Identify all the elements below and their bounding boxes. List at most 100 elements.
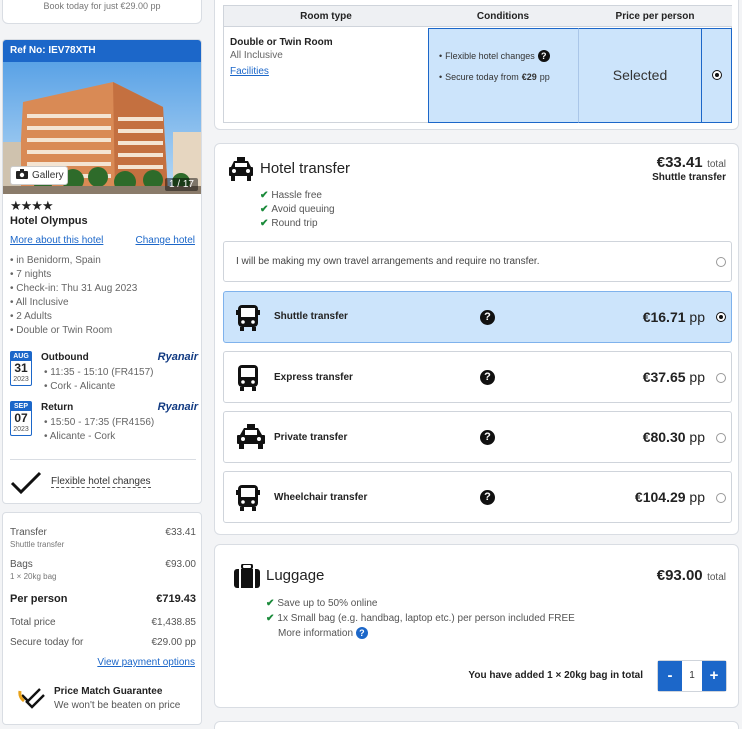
condition-secure-prefix: Secure today from xyxy=(445,72,519,82)
room-board: All Inclusive xyxy=(230,50,283,61)
gallery-button[interactable]: Gallery xyxy=(10,166,68,185)
transfer-total-label: total xyxy=(707,159,726,170)
express-transfer-name: Express transfer xyxy=(274,372,353,383)
check-icon: ✔ xyxy=(260,218,269,229)
shuttle-transfer-option[interactable]: Shuttle transfer ? €16.71 pp xyxy=(223,291,732,343)
increase-button[interactable]: + xyxy=(702,661,726,691)
suitcase-icon xyxy=(234,563,260,593)
shuttle-transfer-radio[interactable] xyxy=(716,312,726,322)
help-icon[interactable]: ? xyxy=(537,50,550,62)
secure-today-value: €29.00 pp xyxy=(151,637,197,648)
condition-secure-suffix: pp xyxy=(539,72,550,82)
price-match-subtitle: We won't be beaten on price xyxy=(54,700,181,711)
private-transfer-price: €80.30 pp xyxy=(642,429,705,445)
header-price-per-person: Price per person xyxy=(578,6,732,27)
header-conditions: Conditions xyxy=(428,6,578,27)
shuttle-transfer-name: Shuttle transfer xyxy=(274,311,348,322)
more-about-hotel-link[interactable]: More about this hotel xyxy=(10,235,103,246)
detail-nights: 7 nights xyxy=(10,268,137,282)
bus-icon xyxy=(236,484,260,517)
next-section-card xyxy=(214,721,739,729)
help-icon[interactable]: ? xyxy=(480,370,495,385)
help-icon[interactable]: ? xyxy=(480,430,495,445)
price-unit: pp xyxy=(689,369,705,385)
star-rating: ★★★★ xyxy=(10,198,54,213)
booking-note: Book today for just €29.00 pp xyxy=(2,0,202,24)
return-time: 15:50 - 17:35 (FR4156) xyxy=(44,417,154,428)
flexible-hotel-changes[interactable]: Flexible hotel changes xyxy=(10,470,196,496)
no-transfer-label: I will be making my own travel arrangeme… xyxy=(236,256,540,267)
bag-quantity-value[interactable]: 1 xyxy=(682,661,702,691)
detail-room: Double or Twin Room xyxy=(10,324,137,338)
return-airline: Ryanair xyxy=(157,401,198,413)
change-hotel-link[interactable]: Change hotel xyxy=(136,235,196,246)
transfer-total-amount: €33.41 xyxy=(656,154,703,171)
transfer-benefits: ✔ Hassle free ✔ Avoid queuing ✔ Round trip xyxy=(260,189,335,231)
room-table: Room type Conditions Price per person Do… xyxy=(223,5,732,123)
detail-guests: 2 Adults xyxy=(10,310,137,324)
room-radio-cell[interactable] xyxy=(701,28,732,123)
benefit-item: ✔ Save up to 50% online xyxy=(266,596,575,611)
total-price-label: Total price xyxy=(10,617,56,628)
benefit-label: Save up to 50% online xyxy=(277,598,378,609)
bus-icon xyxy=(236,304,260,337)
luggage-total: €93.00 total xyxy=(657,567,726,585)
summary-bags-sub: 1 × 20kg bag xyxy=(10,572,57,581)
more-information-label[interactable]: More information xyxy=(278,628,353,639)
summary-transfer-sub: Shuttle transfer xyxy=(10,540,65,549)
express-transfer-price: €37.65 pp xyxy=(642,369,705,385)
wheelchair-transfer-option[interactable]: Wheelchair transfer ? €104.29 pp xyxy=(223,471,732,523)
condition-secure-amount: €29 xyxy=(521,72,537,82)
room-radio[interactable] xyxy=(712,70,722,80)
express-transfer-radio[interactable] xyxy=(716,373,726,383)
return-day: 07 xyxy=(14,411,28,425)
wheelchair-transfer-radio[interactable] xyxy=(716,493,726,503)
shuttle-transfer-price: €16.71 pp xyxy=(642,309,705,325)
benefit-item: ✔ Avoid queuing xyxy=(260,203,335,217)
room-price-cell[interactable]: Selected xyxy=(578,28,701,123)
wheelchair-transfer-price: €104.29 pp xyxy=(634,489,705,505)
price-match-icon xyxy=(18,687,46,714)
summary-bags-label: Bags xyxy=(10,559,33,570)
summary-bags-value: €93.00 xyxy=(165,559,196,570)
flexible-hotel-changes-label[interactable]: Flexible hotel changes xyxy=(51,476,151,488)
header-room-type: Room type xyxy=(224,6,428,27)
detail-board: All Inclusive xyxy=(10,296,137,310)
summary-transfer-value: €33.41 xyxy=(165,527,196,538)
decrease-button[interactable]: - xyxy=(658,661,682,691)
per-person-value: €719.43 xyxy=(156,593,196,605)
more-information[interactable]: More information ? xyxy=(266,626,575,641)
no-transfer-option[interactable]: I will be making my own travel arrangeme… xyxy=(223,241,732,282)
bag-quantity-stepper[interactable]: - 1 + xyxy=(657,660,727,692)
no-transfer-radio[interactable] xyxy=(716,257,726,267)
checkmark-icon xyxy=(10,470,42,501)
view-payment-options-link[interactable]: View payment options xyxy=(97,657,195,668)
private-transfer-option[interactable]: Private transfer ? €80.30 pp xyxy=(223,411,732,463)
luggage-title: Luggage xyxy=(266,567,325,584)
facilities-link[interactable]: Facilities xyxy=(230,66,422,77)
benefit-label: Hassle free xyxy=(271,190,322,201)
outbound-day: 31 xyxy=(14,361,28,375)
outbound-flight: AUG 31 2023 Outbound Ryanair 11:35 - 15:… xyxy=(10,351,198,397)
outbound-year: 2023 xyxy=(13,376,29,383)
summary-total: Total price €1,438.85 xyxy=(10,617,196,628)
private-transfer-radio[interactable] xyxy=(716,433,726,443)
benefit-label: 1x Small bag (e.g. handbag, laptop etc.)… xyxy=(277,613,575,624)
outbound-airline: Ryanair xyxy=(157,351,198,363)
hotel-summary-card: Ref No: IEV78XTH Gallery 1 / 17 ★★★★ Hot… xyxy=(2,39,202,504)
price-unit: pp xyxy=(689,309,705,325)
benefit-item: ✔ 1x Small bag (e.g. handbag, laptop etc.… xyxy=(266,611,575,626)
per-person-label: Per person xyxy=(10,593,68,605)
help-icon[interactable]: ? xyxy=(480,490,495,505)
express-transfer-option[interactable]: Express transfer ? €37.65 pp xyxy=(223,351,732,403)
private-transfer-name: Private transfer xyxy=(274,432,348,443)
booking-reference: Ref No: IEV78XTH xyxy=(3,40,201,62)
condition-secure: • Secure today from €29 pp xyxy=(439,72,550,82)
transfer-total: €33.41 total Shuttle transfer xyxy=(652,154,726,183)
wheelchair-transfer-name: Wheelchair transfer xyxy=(274,492,368,503)
check-icon: ✔ xyxy=(260,204,269,215)
room-type-cell: Double or Twin Room All Inclusive Facili… xyxy=(224,28,428,123)
condition-flexible-label: Flexible hotel changes xyxy=(445,51,535,61)
help-icon[interactable]: ? xyxy=(480,310,495,325)
info-icon[interactable]: ? xyxy=(355,627,368,639)
